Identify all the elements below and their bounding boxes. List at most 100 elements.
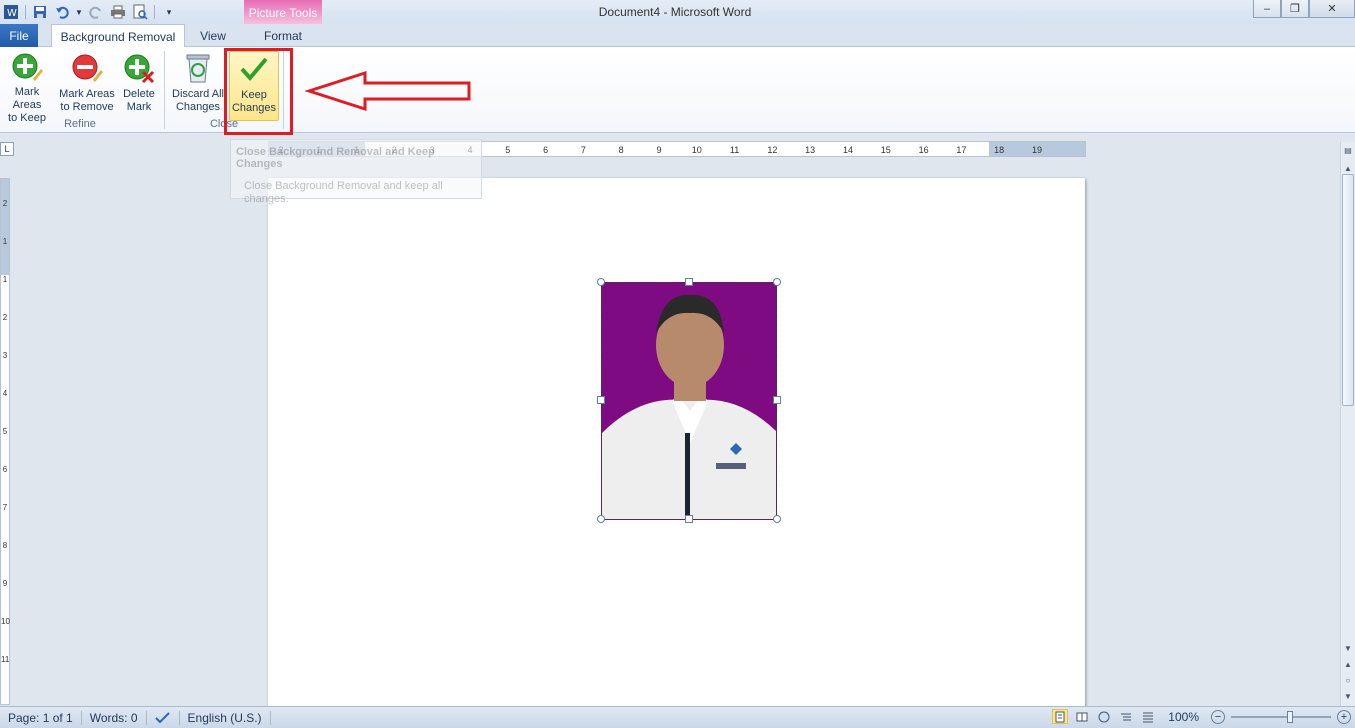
ruler-tick: 11 xyxy=(729,145,740,155)
selected-picture[interactable] xyxy=(601,282,777,520)
scroll-thumb[interactable] xyxy=(1342,174,1354,406)
resize-handle-top-right[interactable] xyxy=(773,278,781,286)
ribbon: Mark Areas to Keep Mark Areas to Remove … xyxy=(0,47,1355,133)
vertical-ruler-tick: 9 xyxy=(2,579,8,588)
discard-all-changes-button[interactable]: Discard All Changes xyxy=(170,51,226,121)
delete-mark-button[interactable]: Delete Mark xyxy=(119,51,159,121)
ruler-tick: 5 xyxy=(505,145,511,155)
vertical-ruler-tick: 1 xyxy=(2,237,8,246)
tab-background-removal[interactable]: Background Removal xyxy=(51,24,185,48)
mark-remove-label-2: to Remove xyxy=(60,101,114,113)
mark-remove-label-1: Mark Areas xyxy=(59,88,115,100)
resize-handle-bottom-right[interactable] xyxy=(773,515,781,523)
plus-pencil-icon xyxy=(11,51,43,83)
minus-pencil-icon xyxy=(71,51,103,85)
save-icon[interactable] xyxy=(31,3,49,21)
vertical-ruler-tick: 2 xyxy=(2,199,8,208)
vertical-ruler-tick: 11 xyxy=(1,655,10,664)
vertical-ruler-tick: 1 xyxy=(2,275,8,284)
zoom-out-button[interactable]: − xyxy=(1211,709,1225,724)
print-icon[interactable] xyxy=(109,3,127,21)
scroll-up-button[interactable]: ▲ xyxy=(1342,162,1354,174)
discard-label-2: Changes xyxy=(175,101,221,113)
zoom-slider-knob[interactable] xyxy=(1287,710,1293,723)
vertical-ruler[interactable]: 2 1 1 2 3 4 5 6 7 8 9 10 11 xyxy=(0,178,10,705)
title-bar: W ▼ ▾ Picture Tools Document4 - Microsof… xyxy=(0,0,1355,47)
document-page[interactable] xyxy=(268,178,1085,706)
ruler-tick: 16 xyxy=(918,145,929,155)
delete-mark-label-1: Delete xyxy=(123,88,155,100)
window-title: Document4 - Microsoft Word xyxy=(598,5,752,19)
full-screen-reading-icon[interactable] xyxy=(1074,709,1090,724)
draft-icon[interactable] xyxy=(1140,709,1156,724)
window-controls: – ❐ ✕ xyxy=(1253,0,1355,18)
tab-file[interactable]: File xyxy=(0,24,38,47)
status-right: 100% − + xyxy=(1052,709,1351,724)
ribbon-tab-strip: File Background Removal View Format △ ? xyxy=(0,24,1355,65)
previous-page-button[interactable]: ▲ xyxy=(1342,658,1354,670)
tab-format[interactable]: Format xyxy=(244,24,322,47)
status-bar: Page: 1 of 1 Words: 0 English (U.S.) 100… xyxy=(0,706,1355,728)
page-count[interactable]: Page: 1 of 1 xyxy=(0,710,82,725)
resize-handle-right[interactable] xyxy=(773,396,781,404)
vertical-ruler-tick: 7 xyxy=(2,503,8,512)
ruler-tick: 15 xyxy=(880,145,891,155)
zoom-slider[interactable] xyxy=(1231,710,1331,723)
ruler-tick: 17 xyxy=(956,145,967,155)
delete-mark-label-2: Mark xyxy=(126,101,152,113)
vertical-ruler-tick: 5 xyxy=(2,427,8,436)
next-page-button[interactable]: ▼ xyxy=(1342,690,1354,702)
ruler-tick: 10 xyxy=(691,145,702,155)
vertical-ruler-tick: 8 xyxy=(2,541,8,550)
vertical-ruler-tick: 6 xyxy=(2,465,8,474)
ruler-tick: 6 xyxy=(543,145,549,155)
web-layout-icon[interactable] xyxy=(1096,709,1112,724)
print-layout-icon[interactable] xyxy=(1052,709,1069,724)
vertical-ruler-tick: 10 xyxy=(1,617,10,626)
select-browse-object-button[interactable]: ○ xyxy=(1342,674,1354,686)
picture-tools-label: Picture Tools xyxy=(248,6,318,20)
customize-qat-icon[interactable]: ▾ xyxy=(160,3,178,21)
tooltip-body-line-2: changes. xyxy=(244,193,289,205)
minimize-button[interactable]: – xyxy=(1253,0,1281,18)
undo-icon[interactable] xyxy=(53,3,71,21)
redo-icon[interactable] xyxy=(87,3,105,21)
zoom-in-button[interactable]: + xyxy=(1337,709,1351,724)
undo-dropdown-icon[interactable]: ▼ xyxy=(75,3,83,21)
delete-mark-icon xyxy=(123,51,155,85)
portrait-image xyxy=(602,283,776,519)
ruler-tick: 7 xyxy=(580,145,586,155)
close-button[interactable]: ✕ xyxy=(1309,0,1355,18)
refine-group-label: Refine xyxy=(64,118,96,130)
document-area[interactable] xyxy=(14,158,1340,706)
mark-keep-label-1: Mark Areas xyxy=(12,86,42,111)
resize-handle-top[interactable] xyxy=(685,278,693,286)
vertical-scrollbar[interactable]: ▤ ▲ ▼ ▲ ○ ▼ xyxy=(1340,142,1355,706)
resize-handle-bottom-left[interactable] xyxy=(597,515,605,523)
resize-handle-top-left[interactable] xyxy=(597,278,605,286)
language-indicator[interactable]: English (U.S.) xyxy=(180,710,271,725)
view-ruler-icon[interactable]: ▤ xyxy=(1342,144,1354,156)
ruler-tick: 19 xyxy=(1031,145,1042,155)
scroll-down-button[interactable]: ▼ xyxy=(1342,642,1354,654)
vertical-ruler-tick: 3 xyxy=(2,351,8,360)
tab-selector[interactable]: L xyxy=(0,142,14,156)
print-preview-icon[interactable] xyxy=(131,3,149,21)
tab-view[interactable]: View xyxy=(191,24,235,47)
recycle-bin-icon xyxy=(182,51,214,85)
word-count[interactable]: Words: 0 xyxy=(82,710,147,725)
resize-handle-bottom[interactable] xyxy=(685,515,693,523)
mark-areas-to-remove-button[interactable]: Mark Areas to Remove xyxy=(57,51,117,121)
ruler-tick: 14 xyxy=(842,145,853,155)
ruler-tick: 12 xyxy=(767,145,778,155)
ruler-tick: 18 xyxy=(994,145,1005,155)
mark-areas-to-keep-button[interactable]: Mark Areas to Keep xyxy=(0,51,54,124)
proofing-icon[interactable] xyxy=(147,710,180,725)
maximize-button[interactable]: ❐ xyxy=(1281,0,1309,18)
word-app-icon[interactable]: W xyxy=(2,3,20,21)
resize-handle-left[interactable] xyxy=(597,396,605,404)
outline-icon[interactable] xyxy=(1118,709,1134,724)
ruler-tick: 9 xyxy=(656,145,662,155)
svg-text:W: W xyxy=(7,8,17,19)
zoom-level[interactable]: 100% xyxy=(1162,710,1205,724)
